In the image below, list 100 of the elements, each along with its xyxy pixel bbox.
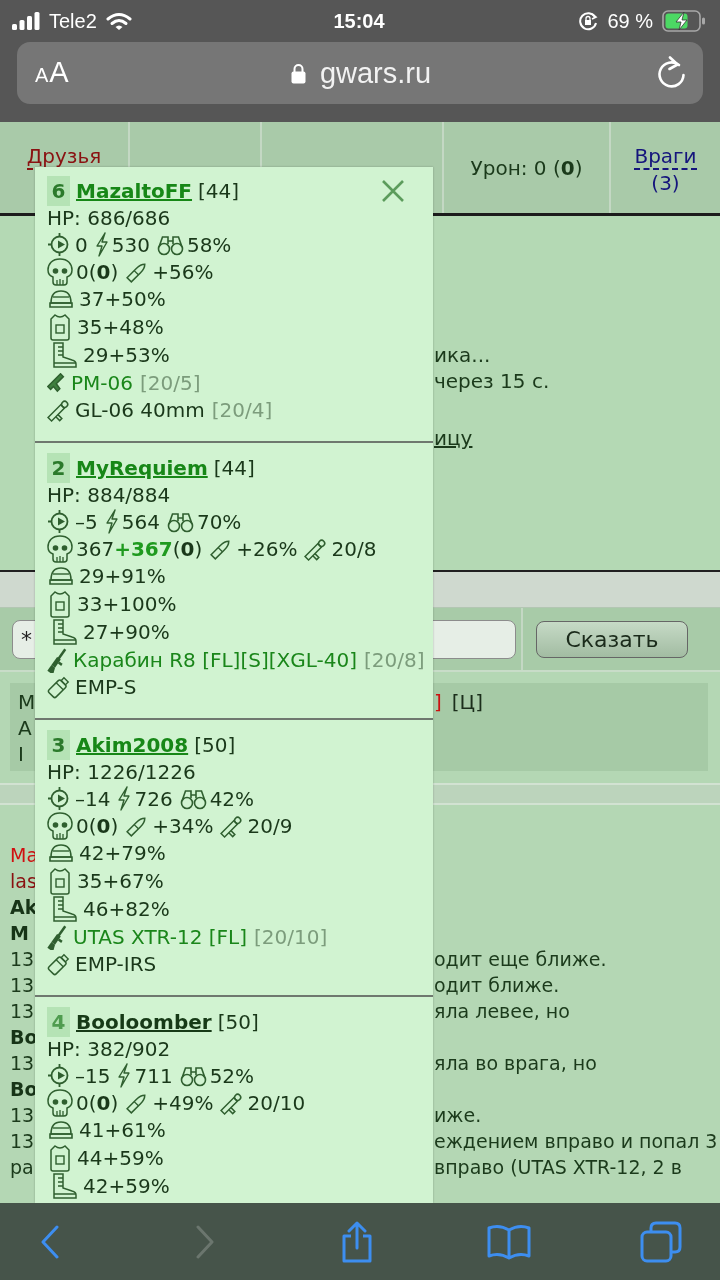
vest-icon: [49, 1144, 71, 1172]
launcher-icon: [47, 397, 71, 422]
player-number: 3: [47, 730, 70, 760]
lightning-icon: [117, 1063, 132, 1088]
helmet-icon: [49, 566, 73, 586]
binoculars-icon: [179, 787, 207, 810]
log-text: 13: [10, 947, 35, 972]
reload-icon[interactable]: [655, 56, 687, 90]
player-name-link[interactable]: Akim2008: [76, 732, 189, 758]
rotation-lock-icon: [578, 11, 599, 31]
lightning-icon: [104, 509, 119, 534]
weapon-name: UTAS XTR-12 [FL]: [73, 923, 247, 950]
player-number: 2: [47, 453, 70, 483]
stat-value: 0: [75, 231, 88, 258]
lightning-icon: [94, 232, 109, 257]
tabs-icon[interactable]: [640, 1220, 682, 1263]
pistol-icon: [47, 372, 67, 393]
player-number: 6: [47, 176, 70, 206]
stat-value: +34%: [152, 812, 214, 839]
battle-text: через 15 с.: [434, 368, 550, 394]
armor-value: 29+53%: [83, 342, 170, 368]
stat-value: +26%: [236, 535, 298, 562]
launcher-icon: [220, 813, 245, 838]
lock-icon: [290, 62, 306, 84]
stat-value: 70%: [196, 508, 242, 535]
skull-icon: [47, 534, 73, 563]
weapon-name: Карабин R8 [FL][S][XGL-40]: [73, 646, 357, 673]
clock-time: 15:04: [333, 9, 385, 33]
stat-value: +49%: [152, 1089, 214, 1116]
log-text: одит еще ближе.: [434, 947, 607, 972]
vest-icon: [49, 313, 71, 341]
address-bar[interactable]: AA gwars.ru: [17, 42, 703, 104]
player-name-link[interactable]: MyRequiem: [76, 455, 208, 481]
helmet-icon: [49, 289, 73, 309]
launcher-icon: [220, 1090, 245, 1115]
battery-percent: 69 %: [607, 9, 653, 33]
stat-value: 0(0): [76, 1089, 119, 1116]
log-text: яла во врага, но: [434, 1051, 597, 1076]
stat-value: 20/8: [331, 535, 377, 562]
binoculars-icon: [166, 510, 194, 533]
log-text: 13: [10, 1051, 35, 1076]
stat-value: –5: [75, 508, 98, 535]
enemies-link[interactable]: Враги: [634, 143, 697, 170]
log-text: иже.: [434, 1103, 482, 1128]
book-icon[interactable]: [487, 1223, 531, 1260]
player-level: [44]: [198, 178, 240, 204]
log-text: 13: [10, 1129, 35, 1154]
message-text: I: [18, 741, 24, 767]
player-number: 4: [47, 1007, 70, 1037]
helmet-icon: [49, 1120, 73, 1140]
hp-text: HP: 382/902: [47, 1036, 171, 1062]
helmet-icon: [49, 843, 73, 863]
log-text: вправо (UTAS XTR-12, 2 в: [434, 1155, 682, 1180]
text-size-button[interactable]: AA: [35, 56, 69, 90]
carrier-name: Tele2: [49, 9, 97, 33]
weapon-name: EMP-S: [75, 673, 137, 700]
lightning-icon: [117, 786, 132, 811]
stat-value: 367+367(0): [76, 535, 203, 562]
player-name-link[interactable]: MazaltoFF: [76, 178, 192, 204]
stat-value: +56%: [152, 258, 214, 285]
page-link[interactable]: ицу: [434, 425, 473, 451]
say-button[interactable]: Сказать: [536, 620, 688, 658]
log-text: las: [10, 869, 37, 894]
stat-value: –14: [75, 785, 111, 812]
player-name-link[interactable]: Booloomber: [76, 1009, 212, 1035]
close-icon[interactable]: [381, 179, 405, 203]
launcher-icon: [304, 536, 329, 561]
stat-value: 20/9: [247, 812, 293, 839]
ammo-text: [20/4]: [211, 396, 273, 423]
ammo-text: [20/8]: [363, 646, 425, 673]
armor-value: 46+82%: [83, 896, 170, 922]
back-icon[interactable]: [40, 1224, 60, 1259]
skull-icon: [47, 1088, 73, 1117]
player-level: [44]: [213, 455, 255, 481]
hp-text: HP: 884/884: [47, 482, 171, 508]
hp-text: HP: 1226/1226: [47, 759, 196, 785]
stat-value: 0(0): [76, 812, 119, 839]
log-text: 13: [10, 999, 35, 1024]
armor-value: 35+67%: [77, 868, 164, 894]
armor-value: 41+61%: [79, 1117, 166, 1143]
vest-icon: [49, 867, 71, 895]
stat-value: 20/10: [247, 1089, 306, 1116]
message-text: A: [18, 715, 32, 741]
player-level: [50]: [194, 732, 236, 758]
skull-icon: [47, 811, 73, 840]
log-text: Ak: [10, 895, 38, 920]
damage-text: Урон: 0 (0): [470, 154, 583, 181]
stat-value: 564: [121, 508, 160, 535]
armor-value: 42+59%: [83, 1173, 170, 1199]
weapon-name: EMP-IRS: [75, 950, 157, 977]
url-text: gwars.ru: [319, 56, 432, 90]
wifi-icon: [105, 11, 132, 31]
armor-value: 42+79%: [79, 840, 166, 866]
stat-value: 726: [134, 785, 173, 812]
skull-icon: [47, 257, 73, 286]
share-icon[interactable]: [340, 1220, 374, 1263]
binoculars-icon: [179, 1064, 207, 1087]
stat-value: 711: [134, 1062, 173, 1089]
armor-value: 27+90%: [83, 619, 170, 645]
stat-value: 52%: [209, 1062, 255, 1089]
